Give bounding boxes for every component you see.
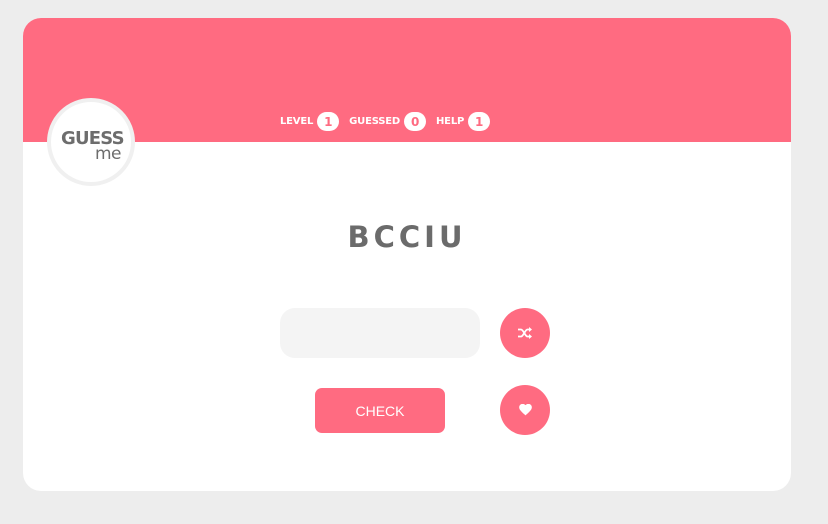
shuffle-icon [518, 327, 532, 339]
scrambled-word: BCCIU [347, 220, 467, 254]
stat-help: HELP 1 [436, 112, 491, 131]
stat-guessed: GUESSED 0 [349, 112, 427, 131]
stat-help-label: HELP [436, 116, 465, 127]
game-card: LEVEL 1 GUESSED 0 HELP 1 GUESS me BCCIU … [23, 18, 791, 491]
shuffle-button[interactable] [500, 308, 550, 358]
stat-guessed-badge: 0 [404, 112, 427, 131]
help-button[interactable] [500, 385, 550, 435]
logo: GUESS me [47, 98, 135, 186]
stat-level-label: LEVEL [280, 116, 314, 127]
heart-icon [518, 404, 532, 416]
stat-help-badge: 1 [468, 112, 491, 131]
stat-level: LEVEL 1 [280, 112, 340, 131]
logo-sub-text: me [95, 144, 122, 164]
stat-level-badge: 1 [317, 112, 340, 131]
guess-input[interactable] [280, 308, 480, 358]
check-button[interactable]: CHECK [315, 388, 445, 433]
stat-guessed-label: GUESSED [349, 116, 401, 127]
stats-bar: LEVEL 1 GUESSED 0 HELP 1 [280, 112, 491, 131]
